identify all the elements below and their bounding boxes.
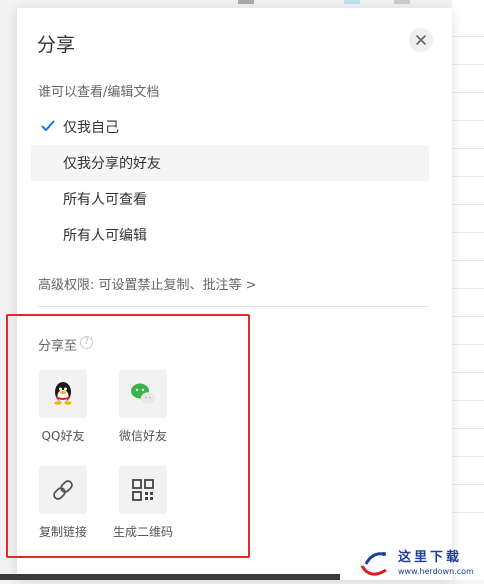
permission-option-everyone-view[interactable]: 所有人可查看: [31, 181, 429, 217]
background-toolbar-mark: [238, 0, 254, 4]
background-gridline: [452, 36, 484, 37]
background-gridline: [452, 148, 484, 149]
permission-option-everyone-edit[interactable]: 所有人可编辑: [31, 217, 429, 253]
watermark-url: www.herdown.com: [398, 567, 474, 576]
section-divider: [38, 306, 429, 307]
permission-option-only-me[interactable]: 仅我自己: [31, 109, 429, 145]
background-gridline: [452, 316, 484, 317]
background-gridline: [452, 176, 484, 177]
background-gridline: [452, 204, 484, 205]
advanced-permissions-link[interactable]: 高级权限: 可设置禁止复制、批注等 >: [38, 274, 257, 293]
check-icon: [41, 120, 55, 131]
background-gridline: [452, 344, 484, 345]
watermark-text: 这里下载: [398, 550, 463, 565]
highlight-annotation-box: [6, 314, 250, 558]
background-toolbar-mark: [394, 0, 410, 4]
permission-option-label: 仅我分享的好友: [63, 156, 161, 172]
background-toolbar-mark: [344, 0, 360, 4]
background-doc-edge: [452, 0, 484, 580]
watermark-logo-icon: [360, 552, 387, 576]
permission-option-shared-friends[interactable]: 仅我分享的好友: [31, 145, 429, 181]
background-gridline: [452, 456, 484, 457]
permission-option-label: 仅我自己: [63, 120, 119, 136]
permission-section-label: 谁可以查看/编辑文档: [38, 85, 160, 100]
background-gridline: [452, 64, 484, 65]
background-gridline: [452, 484, 484, 485]
watermark: 这里下载 www.herdown.com: [356, 540, 482, 580]
permission-option-label: 所有人可查看: [63, 192, 147, 208]
close-icon: [416, 35, 426, 45]
dialog-title: 分享: [37, 34, 76, 56]
close-button[interactable]: [409, 28, 433, 52]
background-gridline: [452, 120, 484, 121]
permission-option-label: 所有人可编辑: [63, 228, 147, 244]
background-gridline: [452, 92, 484, 93]
background-gridline: [452, 288, 484, 289]
bottom-scrollbar[interactable]: [0, 574, 340, 580]
background-gridline: [452, 512, 484, 513]
background-gridline: [452, 400, 484, 401]
background-gridline: [452, 232, 484, 233]
background-gridline: [452, 428, 484, 429]
background-gridline: [452, 260, 484, 261]
background-gridline: [452, 372, 484, 373]
